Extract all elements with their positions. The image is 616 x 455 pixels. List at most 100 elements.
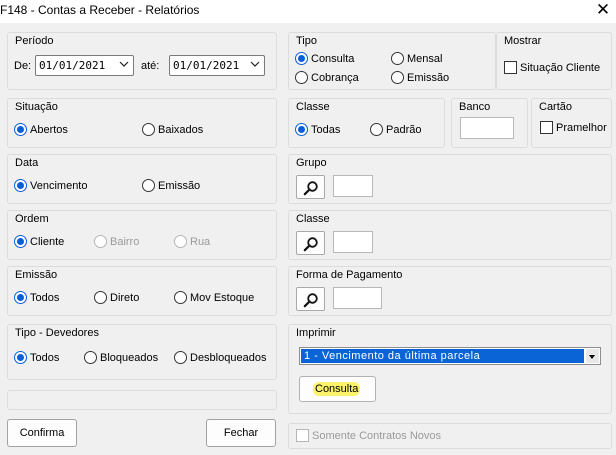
consulta-button-label: Consulta <box>313 382 361 396</box>
radio-icon[interactable] <box>391 52 404 65</box>
imprimir-label: Imprimir <box>296 327 336 339</box>
chevron-down-icon[interactable] <box>586 349 599 363</box>
status-panel <box>7 390 277 410</box>
from-label: De: <box>14 60 32 72</box>
classe-option-padrao[interactable]: Padrão <box>370 123 421 136</box>
to-date-value: 01/01/2021 <box>173 59 240 72</box>
classe-option-todas[interactable]: Todas <box>295 123 340 136</box>
classe-search-button[interactable] <box>296 231 325 255</box>
cartao-label: Cartão <box>539 101 573 113</box>
radio-icon <box>174 235 187 248</box>
classe-lookup-group: Classe <box>288 210 612 260</box>
data-option-emissao[interactable]: Emissão <box>142 179 200 192</box>
grupo-group: Grupo <box>288 154 612 204</box>
radio-selected-icon[interactable] <box>14 235 27 248</box>
data-option-vencimento[interactable]: Vencimento <box>14 179 87 192</box>
tipo-devedores-label: Tipo - Devedores <box>15 327 99 339</box>
title-bar: F148 - Contas a Receber - Relatórios ✕ <box>0 0 616 23</box>
classe-radio-label: Classe <box>296 101 330 113</box>
tipo-devedores-group: Tipo - Devedores Todos Bloqueados Desblo… <box>7 324 277 380</box>
forma-pagamento-group: Forma de Pagamento <box>288 266 612 316</box>
fechar-button[interactable]: Fechar <box>206 419 276 447</box>
situacao-cliente-checkbox[interactable]: Situação Cliente <box>504 61 600 74</box>
forma-pagamento-search-button[interactable] <box>296 287 325 311</box>
checkbox-icon[interactable] <box>540 121 553 134</box>
radio-icon[interactable] <box>94 291 107 304</box>
to-date-picker[interactable]: 01/01/2021 <box>169 55 265 76</box>
data-label: Data <box>15 157 39 169</box>
imprimir-selected-value: 1 - Vencimento da última parcela <box>301 349 584 363</box>
radio-icon[interactable] <box>391 71 404 84</box>
radio-icon[interactable] <box>295 71 308 84</box>
banco-group: Banco <box>451 98 528 148</box>
ordem-label: Ordem <box>15 213 49 225</box>
tipo-option-emissao[interactable]: Emissão <box>391 71 449 84</box>
periodo-label: Período <box>15 35 54 47</box>
imprimir-select[interactable]: 1 - Vencimento da última parcela <box>299 347 601 365</box>
ordem-option-bairro: Bairro <box>94 235 139 248</box>
banco-input[interactable] <box>460 117 514 139</box>
radio-icon[interactable] <box>84 351 97 364</box>
radio-icon[interactable] <box>174 351 187 364</box>
situacao-group: Situação Abertos Baixados <box>7 98 277 148</box>
contratos-panel: Somente Contratos Novos <box>288 423 612 449</box>
emissao-label: Emissão <box>15 269 58 281</box>
radio-selected-icon[interactable] <box>295 52 308 65</box>
close-icon[interactable]: ✕ <box>594 0 612 20</box>
radio-selected-icon[interactable] <box>14 351 27 364</box>
radio-selected-icon[interactable] <box>14 179 27 192</box>
forma-pagamento-label: Forma de Pagamento <box>296 269 403 281</box>
tipo-option-consulta[interactable]: Consulta <box>295 52 354 65</box>
chevron-down-icon[interactable] <box>250 59 260 69</box>
devedores-option-bloqueados[interactable]: Bloqueados <box>84 351 158 364</box>
radio-selected-icon[interactable] <box>14 123 27 136</box>
emissao-group: Emissão Todos Direto Mov Estoque <box>7 266 277 316</box>
radio-icon[interactable] <box>142 179 155 192</box>
forma-pagamento-input[interactable] <box>333 287 382 309</box>
situacao-option-baixados[interactable]: Baixados <box>142 123 203 136</box>
somente-contratos-novos-checkbox[interactable]: Somente Contratos Novos <box>296 429 441 442</box>
data-group: Data Vencimento Emissão <box>7 154 277 204</box>
cartao-group: Cartão Pramelhor <box>531 98 612 148</box>
devedores-option-todos[interactable]: Todos <box>14 351 59 364</box>
classe-radio-group: Classe Todas Padrão <box>288 98 445 148</box>
radio-icon[interactable] <box>174 291 187 304</box>
from-date-picker[interactable]: 01/01/2021 <box>35 55 134 76</box>
tipo-option-mensal[interactable]: Mensal <box>391 52 442 65</box>
tipo-label: Tipo <box>296 35 317 47</box>
devedores-option-desbloqueados[interactable]: Desbloqueados <box>174 351 266 364</box>
radio-selected-icon[interactable] <box>14 291 27 304</box>
grupo-input[interactable] <box>333 175 373 197</box>
classe-lookup-label: Classe <box>296 213 330 225</box>
ordem-option-rua: Rua <box>174 235 210 248</box>
search-icon <box>303 293 318 308</box>
from-date-value: 01/01/2021 <box>39 59 106 72</box>
situacao-option-abertos[interactable]: Abertos <box>14 123 68 136</box>
consulta-button[interactable]: Consulta <box>299 376 376 402</box>
chevron-down-icon[interactable] <box>119 59 129 69</box>
pramelhor-checkbox[interactable]: Pramelhor <box>540 121 607 134</box>
grupo-search-button[interactable] <box>296 175 325 199</box>
tipo-option-cobranca[interactable]: Cobrança <box>295 71 359 84</box>
confirma-button[interactable]: Confirma <box>7 419 77 447</box>
mostrar-group: Mostrar Situação Cliente <box>496 32 612 90</box>
emissao-option-mov-estoque[interactable]: Mov Estoque <box>174 291 254 304</box>
tipo-group: Tipo Consulta Mensal Cobrança Emissão <box>288 32 496 90</box>
checkbox-icon[interactable] <box>504 61 517 74</box>
search-icon <box>303 181 318 196</box>
radio-selected-icon[interactable] <box>295 123 308 136</box>
emissao-option-todos[interactable]: Todos <box>14 291 59 304</box>
grupo-label: Grupo <box>296 157 327 169</box>
periodo-group: Período De: 01/01/2021 até: 01/01/2021 <box>7 32 277 90</box>
radio-icon[interactable] <box>370 123 383 136</box>
to-label: até: <box>141 60 160 72</box>
radio-icon[interactable] <box>142 123 155 136</box>
radio-icon <box>94 235 107 248</box>
ordem-option-cliente[interactable]: Cliente <box>14 235 64 248</box>
checkbox-icon[interactable] <box>296 429 309 442</box>
emissao-option-direto[interactable]: Direto <box>94 291 139 304</box>
classe-input[interactable] <box>333 231 373 253</box>
ordem-group: Ordem Cliente Bairro Rua <box>7 210 277 260</box>
window-title: F148 - Contas a Receber - Relatórios <box>0 3 200 17</box>
situacao-label: Situação <box>15 101 58 113</box>
